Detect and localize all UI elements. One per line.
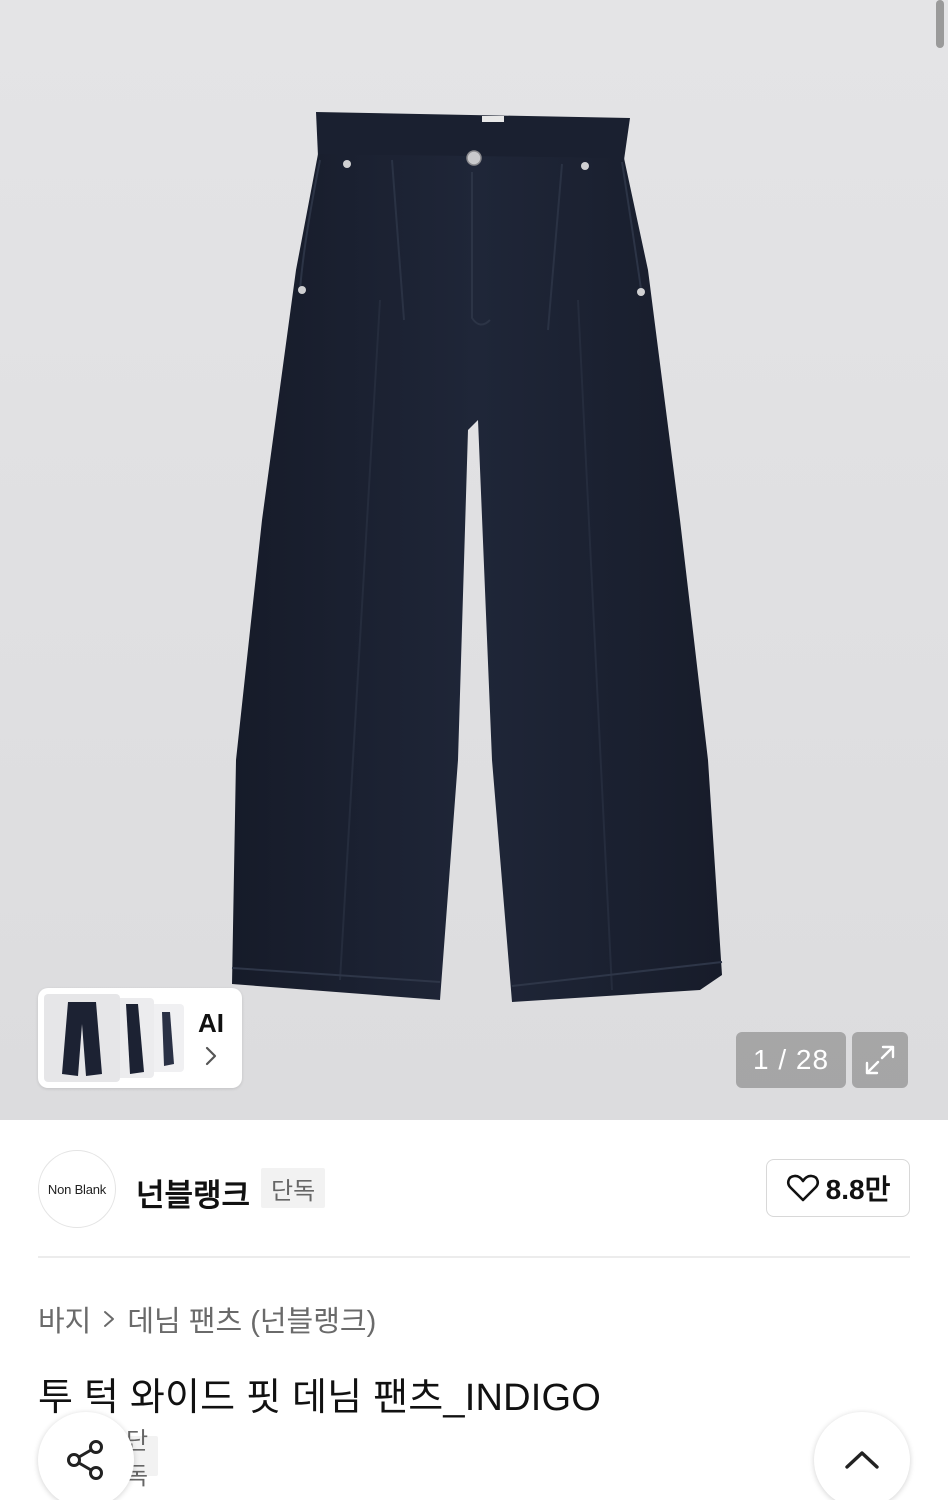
breadcrumb-item[interactable]: 바지 (38, 1298, 91, 1340)
expand-button[interactable] (852, 1032, 908, 1088)
like-button[interactable]: 8.8만 (766, 1159, 910, 1217)
scroll-top-button[interactable] (814, 1412, 910, 1500)
product-image (231, 112, 723, 1002)
chevron-right-icon (205, 1046, 217, 1066)
share-icon (67, 1440, 103, 1480)
divider (38, 1256, 910, 1258)
ai-label: AI (198, 1008, 224, 1038)
like-count: 8.8만 (825, 1174, 891, 1205)
product-title: 투 턱 와이드 핏 데님 팬츠_INDIGO (38, 1377, 602, 1419)
heart-icon (786, 1174, 819, 1202)
ai-thumbnails (44, 994, 184, 1082)
image-counter: 1 / 28 (736, 1032, 846, 1088)
chevron-right-icon (104, 1311, 115, 1327)
ai-thumbnail (114, 998, 154, 1078)
brand-logo[interactable]: Non Blank (38, 1150, 116, 1228)
exclusive-badge: 단독 (261, 1168, 326, 1208)
breadcrumb: 바지 데님 팬츠 (넌블랭크) (38, 1298, 376, 1340)
breadcrumb-item[interactable]: 데님 팬츠 (넌블랭크) (127, 1298, 376, 1340)
ai-thumbnail (44, 994, 120, 1082)
chevron-up-icon (845, 1451, 879, 1469)
scrollbar[interactable] (936, 0, 944, 48)
brand-row: Non Blank 넌블랭크 단독 8.8만 (38, 1150, 910, 1228)
expand-icon (865, 1045, 895, 1075)
product-image-gallery[interactable]: AI 1 / 28 (0, 0, 948, 1120)
share-button[interactable] (38, 1412, 134, 1500)
brand-name[interactable]: 넌블랭크 (136, 1170, 250, 1215)
ai-recommend-card[interactable]: AI (38, 988, 242, 1088)
